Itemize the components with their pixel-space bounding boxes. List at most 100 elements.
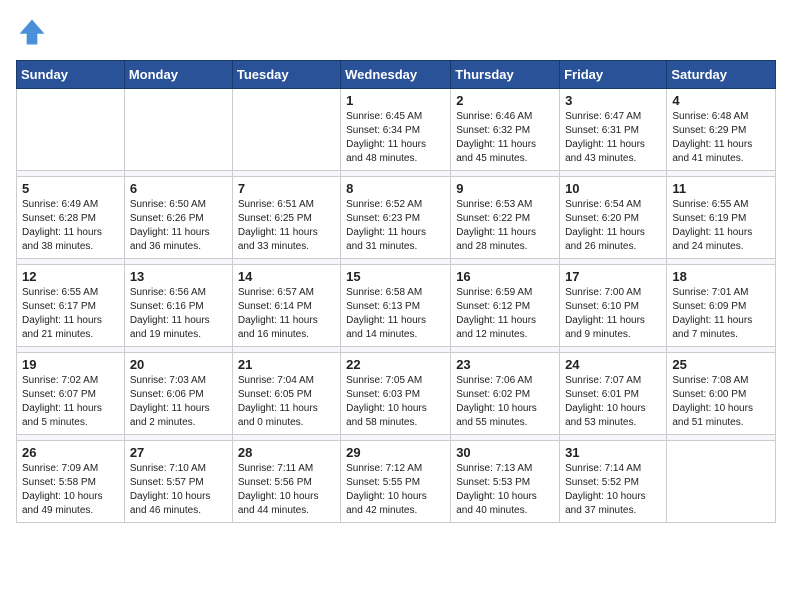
weekday-header: Wednesday <box>341 61 451 89</box>
day-number: 17 <box>565 269 661 284</box>
day-info: Sunrise: 7:10 AM Sunset: 5:57 PM Dayligh… <box>130 462 227 518</box>
page-header <box>16 16 776 48</box>
day-info: Sunrise: 7:03 AM Sunset: 6:06 PM Dayligh… <box>130 374 227 430</box>
calendar-cell: 9Sunrise: 6:53 AM Sunset: 6:22 PM Daylig… <box>451 177 560 259</box>
day-number: 18 <box>672 269 770 284</box>
calendar-cell: 24 Sunrise: 7:07 AM Sunset: 6:01 PM Dayli… <box>560 353 667 435</box>
calendar-cell: 1 Sunrise: 6:45 AM Sunset: 6:34 PM Daylig… <box>341 89 451 171</box>
weekday-header: Sunday <box>17 61 125 89</box>
day-info: Sunrise: 7:05 AM Sunset: 6:03 PM Dayligh… <box>346 374 445 430</box>
calendar-week-row: 26 Sunrise: 7:09 AM Sunset: 5:58 PM Dayli… <box>17 441 776 523</box>
calendar-cell: 30 Sunrise: 7:13 AM Sunset: 5:53 PM Dayli… <box>451 441 560 523</box>
day-number: 25 <box>672 357 770 372</box>
day-info: Sunrise: 6:54 AM Sunset: 6:20 PM Dayligh… <box>565 198 661 254</box>
day-info: Sunrise: 6:59 AM Sunset: 6:12 PM Dayligh… <box>456 286 554 342</box>
day-number: 8 <box>346 181 445 196</box>
calendar-cell: 21 Sunrise: 7:04 AM Sunset: 6:05 PM Dayli… <box>232 353 340 435</box>
day-number: 15 <box>346 269 445 284</box>
day-number: 27 <box>130 445 227 460</box>
day-info: Sunrise: 6:47 AM Sunset: 6:31 PM Dayligh… <box>565 110 661 166</box>
calendar-cell: 17 Sunrise: 7:00 AM Sunset: 6:10 PM Dayli… <box>560 265 667 347</box>
weekday-header: Friday <box>560 61 667 89</box>
day-number: 24 <box>565 357 661 372</box>
calendar-cell: 16 Sunrise: 6:59 AM Sunset: 6:12 PM Dayli… <box>451 265 560 347</box>
calendar-cell: 22 Sunrise: 7:05 AM Sunset: 6:03 PM Dayli… <box>341 353 451 435</box>
day-info: Sunrise: 7:06 AM Sunset: 6:02 PM Dayligh… <box>456 374 554 430</box>
day-number: 21 <box>238 357 335 372</box>
calendar-cell: 8 Sunrise: 6:52 AM Sunset: 6:23 PM Daylig… <box>341 177 451 259</box>
day-number: 10 <box>565 181 661 196</box>
calendar-cell: 3 Sunrise: 6:47 AM Sunset: 6:31 PM Daylig… <box>560 89 667 171</box>
day-info: Sunrise: 6:55 AM Sunset: 6:17 PM Dayligh… <box>22 286 119 342</box>
calendar-cell: 12Sunrise: 6:55 AM Sunset: 6:17 PM Dayli… <box>17 265 125 347</box>
weekday-header: Monday <box>124 61 232 89</box>
weekday-header: Saturday <box>667 61 776 89</box>
day-info: Sunrise: 6:52 AM Sunset: 6:23 PM Dayligh… <box>346 198 445 254</box>
day-number: 28 <box>238 445 335 460</box>
day-number: 16 <box>456 269 554 284</box>
day-number: 22 <box>346 357 445 372</box>
day-info: Sunrise: 6:45 AM Sunset: 6:34 PM Dayligh… <box>346 110 445 166</box>
day-number: 23 <box>456 357 554 372</box>
day-number: 11 <box>672 181 770 196</box>
calendar-cell: 20 Sunrise: 7:03 AM Sunset: 6:06 PM Dayli… <box>124 353 232 435</box>
day-number: 4 <box>672 93 770 108</box>
day-number: 14 <box>238 269 335 284</box>
calendar-cell: 2 Sunrise: 6:46 AM Sunset: 6:32 PM Daylig… <box>451 89 560 171</box>
day-number: 19 <box>22 357 119 372</box>
calendar-cell: 26 Sunrise: 7:09 AM Sunset: 5:58 PM Dayli… <box>17 441 125 523</box>
calendar-header-row: SundayMondayTuesdayWednesdayThursdayFrid… <box>17 61 776 89</box>
day-number: 31 <box>565 445 661 460</box>
calendar-cell <box>17 89 125 171</box>
day-number: 13 <box>130 269 227 284</box>
calendar-cell: 14 Sunrise: 6:57 AM Sunset: 6:14 PM Dayli… <box>232 265 340 347</box>
day-number: 7 <box>238 181 335 196</box>
calendar-body: 1 Sunrise: 6:45 AM Sunset: 6:34 PM Daylig… <box>17 89 776 523</box>
day-number: 5 <box>22 181 119 196</box>
day-number: 20 <box>130 357 227 372</box>
day-number: 1 <box>346 93 445 108</box>
calendar-cell <box>232 89 340 171</box>
logo <box>16 16 52 48</box>
calendar-cell: 6 Sunrise: 6:50 AM Sunset: 6:26 PM Daylig… <box>124 177 232 259</box>
calendar-cell: 28 Sunrise: 7:11 AM Sunset: 5:56 PM Dayli… <box>232 441 340 523</box>
calendar-cell: 27 Sunrise: 7:10 AM Sunset: 5:57 PM Dayli… <box>124 441 232 523</box>
day-info: Sunrise: 6:56 AM Sunset: 6:16 PM Dayligh… <box>130 286 227 342</box>
day-info: Sunrise: 7:09 AM Sunset: 5:58 PM Dayligh… <box>22 462 119 518</box>
day-number: 6 <box>130 181 227 196</box>
day-info: Sunrise: 7:00 AM Sunset: 6:10 PM Dayligh… <box>565 286 661 342</box>
calendar-cell: 13 Sunrise: 6:56 AM Sunset: 6:16 PM Dayli… <box>124 265 232 347</box>
calendar-week-row: 1 Sunrise: 6:45 AM Sunset: 6:34 PM Daylig… <box>17 89 776 171</box>
day-info: Sunrise: 6:51 AM Sunset: 6:25 PM Dayligh… <box>238 198 335 254</box>
calendar-week-row: 19Sunrise: 7:02 AM Sunset: 6:07 PM Dayli… <box>17 353 776 435</box>
day-info: Sunrise: 6:46 AM Sunset: 6:32 PM Dayligh… <box>456 110 554 166</box>
day-info: Sunrise: 7:07 AM Sunset: 6:01 PM Dayligh… <box>565 374 661 430</box>
day-info: Sunrise: 6:57 AM Sunset: 6:14 PM Dayligh… <box>238 286 335 342</box>
day-number: 3 <box>565 93 661 108</box>
day-number: 9 <box>456 181 554 196</box>
weekday-header: Thursday <box>451 61 560 89</box>
day-info: Sunrise: 7:13 AM Sunset: 5:53 PM Dayligh… <box>456 462 554 518</box>
day-number: 2 <box>456 93 554 108</box>
day-info: Sunrise: 6:55 AM Sunset: 6:19 PM Dayligh… <box>672 198 770 254</box>
day-number: 29 <box>346 445 445 460</box>
calendar-cell <box>667 441 776 523</box>
day-info: Sunrise: 7:08 AM Sunset: 6:00 PM Dayligh… <box>672 374 770 430</box>
weekday-header: Tuesday <box>232 61 340 89</box>
calendar-cell: 18Sunrise: 7:01 AM Sunset: 6:09 PM Dayli… <box>667 265 776 347</box>
day-number: 30 <box>456 445 554 460</box>
day-info: Sunrise: 7:11 AM Sunset: 5:56 PM Dayligh… <box>238 462 335 518</box>
day-info: Sunrise: 6:49 AM Sunset: 6:28 PM Dayligh… <box>22 198 119 254</box>
day-info: Sunrise: 7:04 AM Sunset: 6:05 PM Dayligh… <box>238 374 335 430</box>
calendar-cell: 11 Sunrise: 6:55 AM Sunset: 6:19 PM Dayli… <box>667 177 776 259</box>
calendar-cell: 31Sunrise: 7:14 AM Sunset: 5:52 PM Dayli… <box>560 441 667 523</box>
calendar-week-row: 5 Sunrise: 6:49 AM Sunset: 6:28 PM Daylig… <box>17 177 776 259</box>
calendar-cell: 10 Sunrise: 6:54 AM Sunset: 6:20 PM Dayli… <box>560 177 667 259</box>
calendar-cell <box>124 89 232 171</box>
day-info: Sunrise: 6:58 AM Sunset: 6:13 PM Dayligh… <box>346 286 445 342</box>
day-number: 26 <box>22 445 119 460</box>
calendar-table: SundayMondayTuesdayWednesdayThursdayFrid… <box>16 60 776 523</box>
calendar-cell: 7 Sunrise: 6:51 AM Sunset: 6:25 PM Daylig… <box>232 177 340 259</box>
day-info: Sunrise: 7:12 AM Sunset: 5:55 PM Dayligh… <box>346 462 445 518</box>
day-info: Sunrise: 6:50 AM Sunset: 6:26 PM Dayligh… <box>130 198 227 254</box>
